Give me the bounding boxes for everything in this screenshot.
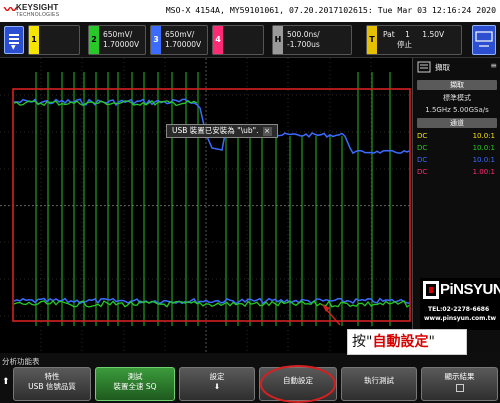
checkbox-icon	[455, 384, 464, 392]
channel-bar: ▼ 1 2 650mV/1.70000V 3 650mV/1.70000V 4 …	[0, 22, 500, 58]
channel-4-badge: 4	[213, 26, 223, 54]
softkey-2-line2: 裝置全速 SQ	[113, 382, 157, 391]
softkey-3-line1: 設定	[209, 372, 225, 381]
softkey-run-test[interactable]: 執行測試	[341, 367, 417, 401]
menu-icon	[9, 34, 19, 44]
trigger-settings: Pat 1 1.50V 停止	[383, 30, 444, 50]
trigger-level: 1.50V	[422, 30, 445, 39]
callout-suffix: "	[428, 334, 435, 350]
back-up-icon[interactable]: ⬆	[2, 377, 10, 387]
softkey-show-results[interactable]: 顯示結果	[421, 367, 498, 401]
softkey-characteristic[interactable]: 特性 USB 信號品質	[13, 367, 91, 401]
header-bar: 〰 KEYSIGHT TECHNOLOGIES MSO-X 4154A, MY5…	[0, 0, 500, 22]
channel-2-settings: 650mV/1.70000V	[103, 30, 139, 50]
channel-2-offset: 1.70000V	[103, 40, 140, 49]
channel-2-badge: 2	[89, 26, 99, 54]
channel-1-tile[interactable]: 1	[28, 25, 80, 55]
panel-list-icon[interactable]	[417, 61, 431, 73]
trigger-tile[interactable]: T Pat 1 1.50V 停止	[366, 25, 462, 55]
usb-notification: USB 裝置已安裝為 "\ub". ×	[166, 124, 278, 138]
trigger-badge: T	[367, 26, 377, 54]
trigger-type: Pat	[383, 30, 395, 39]
arrow-down-icon: ⬇	[213, 382, 221, 391]
panel-menu-icon[interactable]: ≡	[490, 61, 497, 70]
time-delay: -1.700us	[287, 40, 320, 49]
softkey-6-label: 顯示結果	[444, 372, 475, 381]
channel-3-scale: 650mV/	[165, 30, 195, 39]
chevron-down-icon: ▼	[11, 44, 16, 51]
highlight-ellipse	[260, 365, 336, 403]
channel-1-probe: 10.0:1	[472, 132, 495, 140]
scope-screen: 〰 KEYSIGHT TECHNOLOGIES MSO-X 4154A, MY5…	[0, 0, 500, 403]
softkey-bar: 分析功能表 ⬆ 特性 USB 信號品質 測試 裝置全速 SQ 設定 ⬇ 自動設定 執行…	[0, 353, 500, 403]
pinsyun-watermark: PiNSYUN TEL:02-2278-6686 www.pinsyun.com…	[420, 278, 500, 330]
softkey-2-line1: 測試	[127, 372, 143, 381]
channel-2-scale: 650mV/	[103, 30, 133, 39]
channel-4-coupling: DC	[417, 168, 428, 176]
softkey-settings[interactable]: 設定 ⬇	[179, 367, 255, 401]
horizontal-tile[interactable]: H 500.0ns/-1.700us	[272, 25, 352, 55]
channel-4-tile[interactable]: 4	[212, 25, 264, 55]
instruction-callout: 按"自動設定"	[347, 329, 467, 355]
scope-info-text: MSO-X 4154A, MY59101061, 07.20.201710261…	[165, 5, 496, 15]
callout-highlight: 自動設定	[372, 334, 429, 350]
softkey-5-label: 執行測試	[364, 376, 394, 385]
channel-3-coupling: DC	[417, 156, 428, 164]
channel-2-tile[interactable]: 2 650mV/1.70000V	[88, 25, 146, 55]
channel-3-probe: 10.0:1	[472, 156, 495, 164]
horizontal-settings: 500.0ns/-1.700us	[287, 30, 320, 50]
softkey-1-line1: 特性	[44, 372, 60, 381]
channel-2-probe: 10.0:1	[472, 144, 495, 152]
channel-3-settings: 650mV/1.70000V	[165, 30, 201, 50]
channel-1-badge: 1	[29, 26, 39, 54]
graticule	[0, 58, 412, 353]
time-scale: 500.0ns/	[287, 30, 320, 39]
main-menu-button[interactable]: ▼	[4, 26, 24, 54]
acquire-mode: 標準模式	[443, 94, 471, 102]
settings-button[interactable]	[472, 25, 496, 55]
panel-header: 擷取 ≡	[413, 60, 500, 74]
run-state: 停止	[397, 40, 412, 49]
waveform-display[interactable]: USB 裝置已安裝為 "\ub". ×	[0, 58, 412, 353]
softkey-1-line2: USB 信號品質	[28, 382, 76, 391]
acquire-header: 擷取	[417, 80, 497, 90]
pinsyun-tel: TEL:02-2278-6686	[428, 306, 490, 313]
panel-title: 擷取	[435, 63, 450, 72]
channel-4-probe: 1.00:1	[472, 168, 495, 176]
close-icon[interactable]: ×	[262, 126, 272, 136]
settings-icon	[475, 31, 493, 47]
channel-2-row: DC 10.0:1	[417, 144, 497, 154]
notification-text: USB 裝置已安裝為 "\ub".	[172, 126, 259, 135]
channel-4-row: DC 1.00:1	[417, 168, 497, 178]
function-menu-label: 分析功能表	[2, 357, 40, 366]
keysight-logo: 〰 KEYSIGHT TECHNOLOGIES	[4, 2, 74, 20]
channel-1-coupling: DC	[417, 132, 428, 140]
brand-name: KEYSIGHT	[16, 3, 59, 12]
softkey-test[interactable]: 測試 裝置全速 SQ	[95, 367, 175, 401]
horizontal-badge: H	[273, 26, 283, 54]
sample-rate: 1.5GHz 5.00GSa/s	[425, 106, 489, 114]
channel-header: 通道	[417, 118, 497, 128]
channel-2-coupling: DC	[417, 144, 428, 152]
pinsyun-logo-icon	[423, 281, 439, 299]
trigger-source: 1	[405, 30, 410, 39]
pinsyun-url: www.pinsyun.com.tw	[424, 315, 497, 322]
channel-3-tile[interactable]: 3 650mV/1.70000V	[150, 25, 208, 55]
channel-3-row: DC 10.0:1	[417, 156, 497, 166]
channel-1-row: DC 10.0:1	[417, 132, 497, 142]
pinsyun-name: PiNSYUN	[440, 281, 500, 298]
channel-2-trace	[35, 72, 391, 326]
callout-prefix: 按"	[352, 334, 373, 350]
brand-sub: TECHNOLOGIES	[16, 12, 60, 18]
channel-3-badge: 3	[151, 26, 161, 54]
channel-3-offset: 1.70000V	[165, 40, 202, 49]
